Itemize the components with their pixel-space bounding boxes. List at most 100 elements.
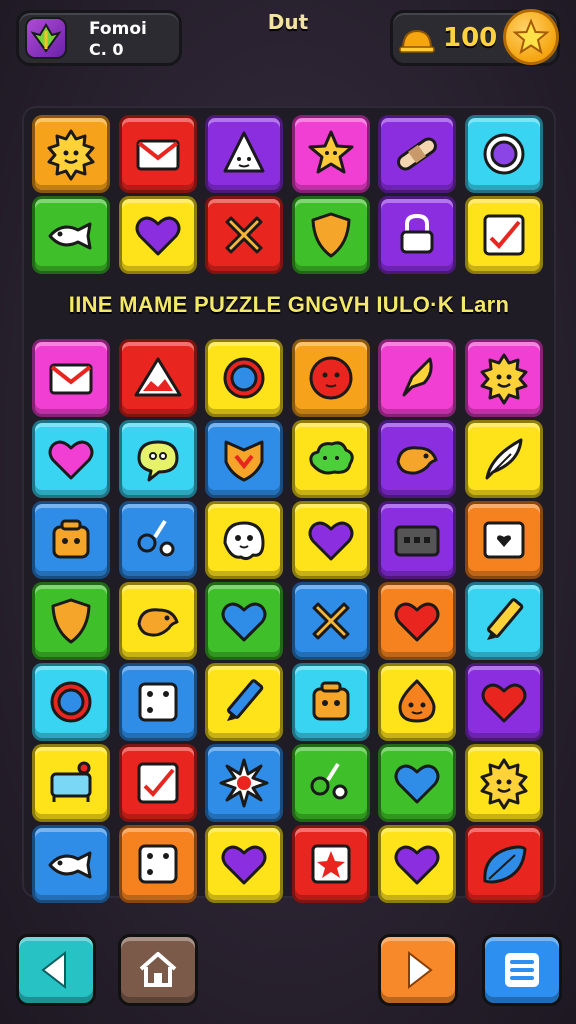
board-tile[interactable] [464, 420, 543, 498]
checkbox-icon [483, 214, 524, 256]
heart-icon [48, 440, 94, 480]
board-tile[interactable] [464, 744, 543, 822]
board-tile[interactable] [464, 825, 543, 903]
board-tile[interactable] [118, 663, 197, 741]
board-tile[interactable] [464, 339, 543, 417]
horn-icon [402, 357, 433, 397]
game-board [22, 106, 556, 903]
heart-icon [308, 521, 353, 561]
cross-icon [312, 602, 349, 640]
dice-icon [138, 682, 177, 722]
board-tile[interactable] [32, 825, 110, 903]
board-tile[interactable] [291, 196, 370, 274]
board-tile[interactable] [464, 196, 543, 274]
heart-icon [394, 845, 440, 885]
sun-face-icon [480, 353, 527, 405]
menu-button[interactable] [482, 934, 562, 1006]
coin-panel[interactable]: 100 [390, 9, 560, 66]
heart-icon [221, 602, 267, 642]
home-icon [139, 952, 177, 987]
board-tile[interactable] [118, 115, 197, 193]
feather-icon [485, 438, 522, 480]
arrow-left-icon [41, 950, 66, 990]
fish-icon [48, 851, 92, 879]
ring-icon [50, 681, 92, 723]
board-tile[interactable] [118, 420, 197, 498]
board-tile[interactable] [378, 663, 456, 741]
lock-icon [400, 213, 434, 254]
board-tile[interactable] [291, 501, 370, 579]
board-tile[interactable] [291, 744, 370, 822]
burst-icon [219, 758, 269, 808]
board-tile[interactable] [291, 420, 370, 498]
star-badge[interactable] [503, 9, 559, 65]
cross-icon [225, 216, 263, 254]
board-tile[interactable] [205, 825, 283, 903]
board-tile[interactable] [118, 339, 197, 417]
board-tile[interactable] [464, 115, 543, 193]
board-tile[interactable] [378, 115, 456, 193]
board-tile[interactable] [378, 501, 456, 579]
board-tile[interactable] [205, 420, 283, 498]
board-tile[interactable] [32, 339, 110, 417]
board-tile[interactable] [118, 825, 197, 903]
board-tile[interactable] [32, 663, 110, 741]
gear-icon [483, 133, 524, 175]
back-button[interactable] [16, 934, 96, 1006]
drop-face-icon [398, 679, 436, 723]
ball-face-icon [309, 356, 352, 400]
badge-icon [224, 440, 264, 482]
board-tile[interactable] [118, 582, 197, 660]
play-button[interactable] [378, 934, 458, 1006]
board-tile[interactable] [464, 663, 543, 741]
play-icon [408, 950, 433, 990]
profile-score: C. 0 [89, 40, 124, 59]
board-tile[interactable] [378, 744, 456, 822]
envelope-icon [136, 139, 179, 171]
shield-icon [311, 212, 350, 258]
fish-icon [48, 222, 92, 250]
board-tile[interactable] [205, 339, 283, 417]
home-button[interactable] [118, 934, 198, 1006]
star-icon [512, 18, 550, 55]
board-tile[interactable] [118, 501, 197, 579]
board-tile[interactable] [205, 196, 283, 274]
board-tile[interactable] [464, 501, 543, 579]
board-tile[interactable] [378, 420, 456, 498]
board-tile[interactable] [32, 744, 110, 822]
board-tile[interactable] [291, 582, 370, 660]
board-tile[interactable] [291, 825, 370, 903]
star-face-icon [308, 130, 353, 174]
ghost-face-icon [223, 521, 265, 561]
board-tile[interactable] [378, 196, 456, 274]
board-tile[interactable] [378, 825, 456, 903]
robot-icon [312, 681, 349, 721]
board-tile[interactable] [118, 196, 197, 274]
board-tile[interactable] [378, 582, 456, 660]
board-tile[interactable] [32, 501, 110, 579]
board-tile[interactable] [32, 582, 110, 660]
bird-icon [396, 446, 438, 475]
board-tile[interactable] [32, 420, 110, 498]
board-tile[interactable] [205, 115, 283, 193]
camera-icon [394, 525, 440, 557]
board-tile[interactable] [32, 115, 110, 193]
board-tile[interactable] [205, 744, 283, 822]
bandage-icon [397, 137, 437, 171]
board-tile[interactable] [291, 115, 370, 193]
board-tile[interactable] [118, 744, 197, 822]
board-tile[interactable] [205, 501, 283, 579]
envelope-icon [49, 363, 93, 395]
board-tile[interactable] [464, 582, 543, 660]
board-tile[interactable] [205, 582, 283, 660]
dice-icon [138, 844, 177, 884]
board-tile[interactable] [291, 663, 370, 741]
ring-icon [223, 357, 265, 399]
board-tile[interactable] [32, 196, 110, 274]
heart-icon [481, 683, 526, 723]
board-tile[interactable] [291, 339, 370, 417]
speech-bubble-icon [137, 440, 178, 482]
board-tile[interactable] [378, 339, 456, 417]
board-tile[interactable] [205, 663, 283, 741]
sun-face-icon [480, 758, 527, 810]
